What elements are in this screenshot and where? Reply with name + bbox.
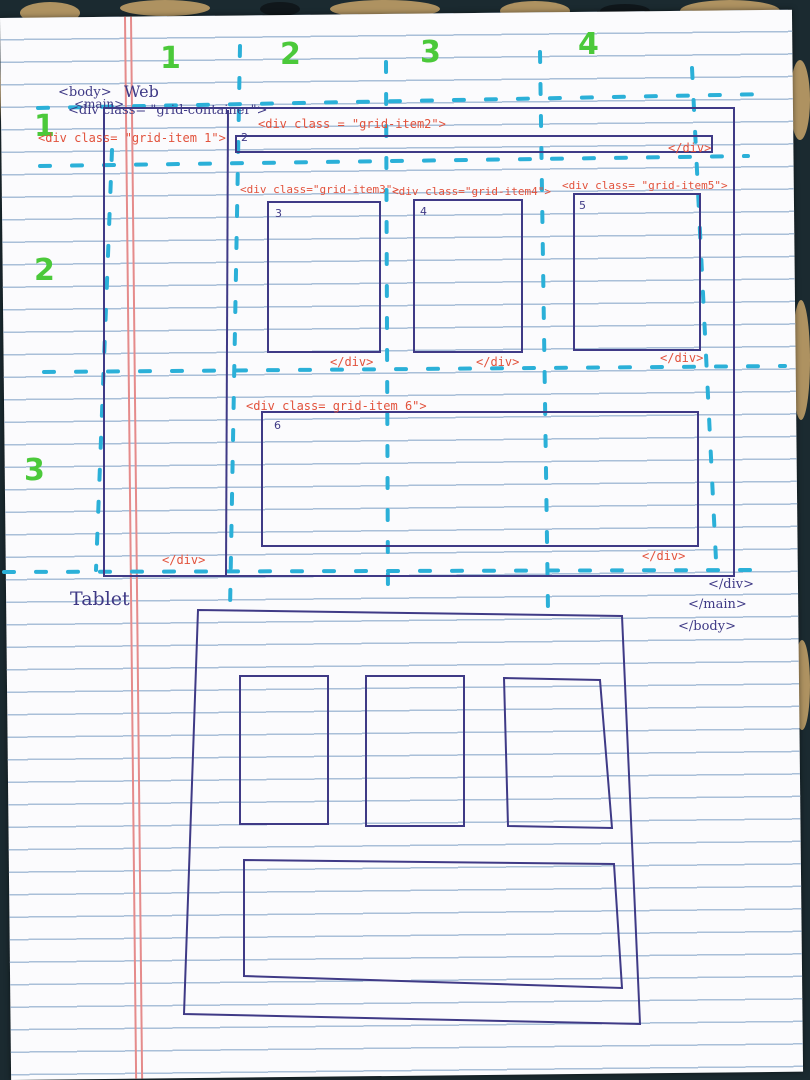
grid-item-3-tag: <div class="grid-item3"> <box>240 183 399 196</box>
web-label: Web <box>124 82 159 101</box>
row-number: 2 <box>34 253 55 288</box>
grid-item-6-tag: <div class= grid-item 6"> <box>246 399 427 413</box>
tablet-label: Tablet <box>70 588 130 610</box>
grid-item-5-tag: <div class= "grid-item5"> <box>562 179 728 192</box>
grid-item-number: 4 <box>420 205 427 218</box>
grid-container-close-tag: </div> <box>708 577 754 592</box>
wireframe-sketch <box>2 44 787 1026</box>
grid-item-number: 5 <box>579 199 586 212</box>
grid-container-open-tag: <div class= "grid-container"> <box>68 103 268 118</box>
grid-item-1-tag: <div class= "grid-item 1"> <box>38 131 226 145</box>
column-number: 3 <box>420 35 441 70</box>
row-number: 3 <box>24 453 45 488</box>
grid-item-1-close-tag: </div> <box>162 553 206 567</box>
body-close-tag: </body> <box>678 619 736 634</box>
grid-item-2-tag: <div class = "grid-item2"> <box>258 117 446 131</box>
grid-item-number: 3 <box>275 207 282 220</box>
tablet-wireframe <box>182 608 642 1026</box>
grid-item-number: 6 <box>274 419 281 432</box>
grid-item-3-close-tag: </div> <box>330 355 374 369</box>
grid-item-5-close-tag: </div> <box>660 351 704 365</box>
grid-item-4-close-tag: </div> <box>476 355 520 369</box>
grid-item-6-close-tag: </div> <box>642 549 686 563</box>
grid-item-4-tag: <div class="grid-item4"> <box>392 185 551 198</box>
column-number: 4 <box>578 27 599 62</box>
grid-item-number: 2 <box>241 131 248 144</box>
column-number: 1 <box>160 41 181 76</box>
column-number: 2 <box>280 37 301 72</box>
grid-item-2-close-tag: </div> <box>668 141 712 155</box>
main-close-tag: </main> <box>688 597 747 612</box>
